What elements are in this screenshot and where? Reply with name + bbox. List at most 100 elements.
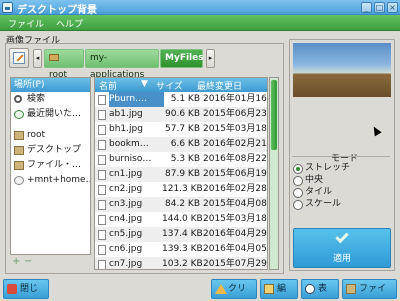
file-icon [98, 110, 106, 120]
mode-scale-radio[interactable]: スケール [293, 198, 341, 210]
file-row[interactable]: cn3.jpg 84.2 KB2015年04月08日 [95, 197, 267, 212]
edit-path-button[interactable] [9, 48, 29, 68]
file-icon [98, 200, 106, 210]
clear-label: クリア [228, 284, 247, 294]
file-icon [98, 140, 106, 150]
file-size: 57.7 KB [165, 124, 200, 134]
clear-button[interactable]: クリア [211, 279, 257, 299]
file-name: cn2.jpg [109, 184, 143, 194]
folder-icon [346, 284, 356, 294]
place-root[interactable]: root [11, 128, 90, 143]
places-buttons: + − [10, 256, 91, 268]
file-date: 2016年04月29日 [203, 229, 267, 239]
file-name: cn5.jpg [109, 229, 143, 239]
edit-icon [264, 284, 274, 294]
file-size: 90.6 KB [165, 109, 200, 119]
column-name[interactable]: 名前 [99, 79, 117, 92]
file-name: Pburn.… [109, 92, 164, 107]
crumb-forward-button[interactable]: ▸ [206, 49, 215, 68]
file-row[interactable]: bookm… 6.6 KB2016年02月21日 [95, 137, 267, 152]
view-icon [305, 284, 315, 294]
file-icon [98, 245, 106, 255]
file-name: bh1.jpg [109, 124, 143, 134]
place-mnt-home[interactable]: +mnt+home… [11, 173, 90, 188]
remove-place-button[interactable]: − [24, 256, 32, 267]
file-list-scrollbar[interactable] [269, 77, 279, 270]
file-row[interactable]: bh1.jpg 57.7 KB2015年03月18日 [95, 122, 267, 137]
filer-label: ファイラ [359, 284, 387, 294]
file-name: cn4.jpg [109, 214, 143, 224]
maximize-button[interactable]: □ [374, 2, 385, 13]
place-label: 検索 [27, 94, 46, 104]
add-place-button[interactable]: + [12, 256, 20, 267]
file-row[interactable]: ab1.jpg 90.6 KB2015年06月23日 [95, 107, 267, 122]
window-title: デスクトップ背景 [17, 5, 97, 16]
file-icon [98, 125, 106, 135]
mode-stretch-radio[interactable]: ストレッチ [293, 162, 350, 174]
view-label: 表示 [318, 284, 328, 294]
filer-button[interactable]: ファイラ [342, 279, 397, 299]
file-row[interactable]: cn6.jpg 139.3 KB2016年04月05日 [95, 242, 267, 257]
file-date: 2015年04月08日 [203, 199, 267, 209]
folder-icon [14, 131, 24, 140]
file-row[interactable]: cn5.jpg 137.4 KB2016年04月29日 [95, 227, 267, 242]
file-size: 5.1 KB [170, 94, 200, 104]
file-icon [98, 155, 106, 165]
file-row[interactable]: cn7.jpg 103.2 KB2015年07月29日 [95, 257, 267, 269]
recent-icon [14, 110, 24, 119]
place-search[interactable]: 検索 [11, 92, 90, 107]
mode-divider [292, 156, 390, 157]
places-header[interactable]: 場所(P) [11, 78, 90, 92]
file-list: 名前 ▼ サイズ 最終変更日 Pburn.… 5.1 KB2016年01月16日 a… [94, 77, 268, 270]
menu-file[interactable]: ファイル [8, 17, 44, 30]
column-modified[interactable]: 最終変更日 [197, 79, 242, 92]
file-icon [98, 185, 106, 195]
column-size[interactable]: サイズ [156, 79, 183, 92]
file-row[interactable]: cn2.jpg 121.3 KB2016年02月28日 [95, 182, 267, 197]
file-size: 6.6 KB [170, 139, 200, 149]
place-desktop[interactable]: デスクトップ [11, 143, 90, 158]
app-icon[interactable] [2, 2, 13, 13]
file-name: bookm… [109, 139, 149, 149]
file-icon [98, 230, 106, 240]
scrollbar-thumb[interactable] [271, 80, 277, 150]
file-size: 87.9 KB [165, 169, 200, 179]
file-list-header: 名前 ▼ サイズ 最終変更日 [95, 78, 267, 92]
file-name: cn3.jpg [109, 199, 143, 209]
search-icon [14, 95, 22, 103]
minimize-button[interactable]: _ [361, 2, 372, 13]
file-row[interactable]: burniso… 5.3 KB2016年08月22日 [95, 152, 267, 167]
mode-center-radio[interactable]: 中央 [293, 174, 323, 186]
file-name: burniso… [109, 154, 152, 164]
file-size: 5.3 KB [170, 154, 200, 164]
apply-button[interactable]: 適用 [293, 228, 391, 268]
place-recent[interactable]: 最近開いた… [11, 107, 90, 122]
file-name: cn7.jpg [109, 259, 143, 269]
menu-help[interactable]: ヘルプ [56, 17, 83, 30]
file-icon [98, 260, 106, 269]
crumb-root[interactable]: root [44, 49, 84, 80]
folder-icon [14, 161, 24, 170]
file-row[interactable]: cn4.jpg 144.0 KB2015年03月18日 [95, 212, 267, 227]
crumb-my-applications[interactable]: my-applications [85, 49, 159, 80]
file-date: 2015年03月18日 [203, 214, 267, 224]
place-filesystem[interactable]: ファイル・… [11, 158, 90, 173]
crumb-back-button[interactable]: ◂ [33, 49, 42, 68]
file-size: 137.4 KB [162, 229, 203, 239]
close-window-button[interactable]: × [387, 2, 398, 13]
check-icon [335, 229, 349, 244]
file-date: 2016年04月05日 [203, 244, 267, 254]
place-label: root [27, 130, 46, 140]
crumb-myfiles[interactable]: MyFiles [160, 49, 204, 68]
close-button[interactable]: 閉じる [3, 279, 49, 299]
file-date: 2016年02月28日 [203, 184, 267, 194]
edit-button[interactable]: 編集 [260, 279, 298, 299]
file-row[interactable]: cn1.jpg 87.9 KB2015年06月19日 [95, 167, 267, 182]
place-label: デスクトップ [27, 145, 82, 155]
file-row[interactable]: Pburn.… 5.1 KB2016年01月16日 [95, 92, 267, 107]
mode-tile-radio[interactable]: タイル [293, 186, 332, 198]
file-size: 84.2 KB [165, 199, 200, 209]
edit-label: 編集 [277, 284, 287, 294]
file-size: 144.0 KB [162, 214, 203, 224]
view-button[interactable]: 表示 [301, 279, 339, 299]
